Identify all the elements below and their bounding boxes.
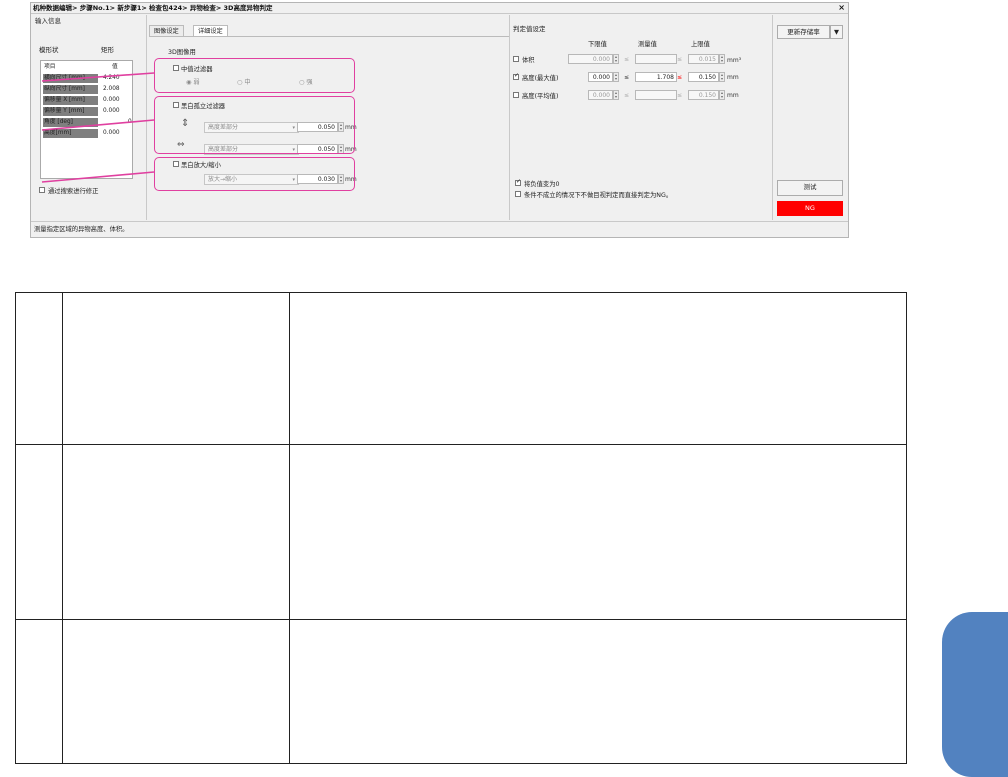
status-bar: 测量指定区域的异物高度、体积。	[31, 221, 848, 237]
result-badge: NG	[777, 201, 843, 216]
table-cell	[62, 444, 290, 620]
le-symbol: ≤	[677, 56, 683, 63]
height-max-checkbox[interactable]	[513, 72, 519, 80]
le-symbol: ≤	[624, 56, 630, 63]
volume-upper[interactable]: 0.015	[688, 54, 719, 64]
table-row	[15, 292, 907, 445]
header-measured: 测量值	[638, 41, 657, 48]
update-save-button[interactable]: 更新存储率	[777, 25, 830, 39]
table-row	[15, 619, 907, 764]
height-max-unit: mm	[727, 74, 739, 81]
volume-lower[interactable]: 0.000	[568, 54, 613, 64]
divider	[509, 15, 510, 220]
height-max-label: 高度(最大值)	[522, 75, 559, 82]
header-lower: 下限值	[588, 41, 607, 48]
table-cell	[62, 619, 290, 764]
table-cell	[62, 292, 290, 445]
status-text: 测量指定区域的异物高度、体积。	[34, 226, 129, 233]
le-symbol: ≤	[677, 92, 683, 99]
height-avg-label: 高度(平均值)	[522, 93, 559, 100]
chapter-side-tab	[942, 612, 1008, 777]
negative-zero-label: 将负值变为0	[524, 181, 560, 188]
spinner-icon[interactable]: ▴ ▾	[719, 72, 725, 82]
table-row	[15, 444, 907, 620]
height-avg-measured	[635, 90, 677, 100]
divider	[772, 15, 773, 220]
ng-condition-label: 条件不成立的情况下不做目视判定而直接判定为NG。	[524, 192, 673, 199]
spinner-icon[interactable]: ▴ ▾	[613, 90, 619, 100]
connector-line	[41, 171, 155, 183]
test-button[interactable]: 测试	[777, 180, 843, 196]
document-table	[15, 292, 907, 764]
height-avg-lower[interactable]: 0.000	[588, 90, 613, 100]
header-upper: 上限值	[691, 41, 710, 48]
negative-zero-checkbox[interactable]	[515, 178, 521, 186]
le-symbol: ≤	[624, 74, 630, 81]
volume-checkbox[interactable]	[513, 56, 519, 62]
le-symbol: ≤	[624, 92, 630, 99]
height-avg-unit: mm	[727, 92, 739, 99]
connector-line	[41, 72, 155, 82]
volume-label: 体积	[522, 57, 535, 64]
height-avg-checkbox[interactable]	[513, 92, 519, 98]
table-cell	[289, 292, 907, 445]
ng-condition-checkbox[interactable]	[515, 191, 521, 197]
height-max-measured: 1.708	[635, 72, 677, 82]
close-icon[interactable]: ×	[838, 3, 845, 13]
spinner-icon[interactable]: ▴ ▾	[719, 90, 725, 100]
chevron-down-icon: ▼	[834, 28, 839, 36]
table-cell	[15, 619, 63, 764]
table-cell	[15, 444, 63, 620]
height-max-upper[interactable]: 0.150	[688, 72, 719, 82]
spinner-icon[interactable]: ▴ ▾	[719, 54, 725, 64]
volume-measured	[635, 54, 677, 64]
height-max-lower[interactable]: 0.000	[588, 72, 613, 82]
table-cell	[289, 619, 907, 764]
judgement-title: 判定值设定	[513, 25, 546, 33]
volume-unit: mm³	[727, 57, 742, 64]
spinner-icon[interactable]: ▴ ▾	[613, 54, 619, 64]
connector-line	[41, 119, 155, 131]
update-save-dropdown[interactable]: ▼	[830, 25, 843, 39]
spinner-icon[interactable]: ▴ ▾	[613, 72, 619, 82]
callout-connectors	[41, 72, 155, 183]
table-cell	[15, 292, 63, 445]
height-avg-upper[interactable]: 0.150	[688, 90, 719, 100]
table-cell	[289, 444, 907, 620]
le-symbol: ≤	[677, 74, 683, 81]
